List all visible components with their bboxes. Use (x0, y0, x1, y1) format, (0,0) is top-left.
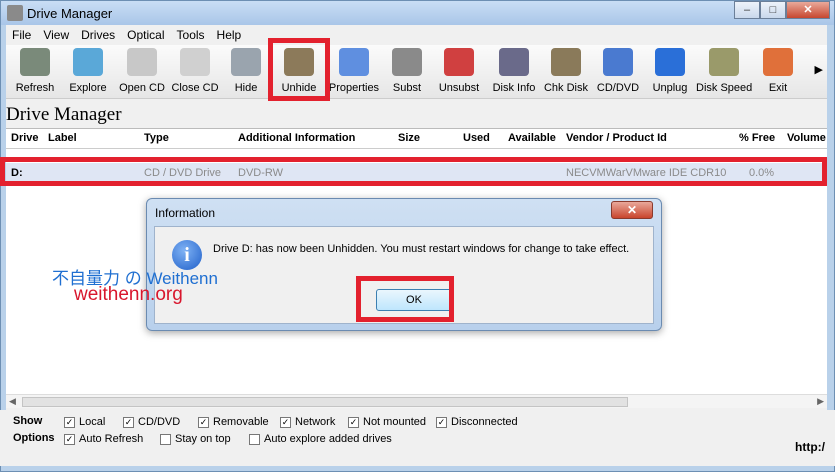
title-bar[interactable]: Drive Manager – □ ✕ (1, 1, 834, 25)
subst-button[interactable]: Subst (384, 48, 430, 96)
chk-disk-button[interactable]: Chk Disk (542, 48, 590, 96)
hide-icon (231, 48, 261, 76)
explore-icon (73, 48, 103, 76)
unsubst-icon (444, 48, 474, 76)
show-disconnected-checkbox[interactable]: ✓ Disconnected (436, 416, 518, 428)
col-label[interactable]: Label (48, 132, 77, 144)
disk-info-icon (499, 48, 529, 76)
maximize-button[interactable]: □ (760, 1, 786, 19)
cd-dvd-button[interactable]: CD/DVD (594, 48, 642, 96)
auto-refresh-checkbox[interactable]: ✓ Auto Refresh (64, 433, 143, 445)
toolbar: Refresh Explore Open CD Close CD Hide Un… (6, 45, 827, 99)
window-title: Drive Manager (27, 6, 113, 21)
col-volume[interactable]: Volume (787, 132, 826, 144)
show-cddvd-checkbox[interactable]: ✓ CD/DVD (123, 416, 180, 428)
hide-button[interactable]: Hide (222, 48, 270, 96)
exit-icon (763, 48, 793, 76)
open-cd-button[interactable]: Open CD (116, 48, 168, 96)
close-button[interactable]: ✕ (786, 1, 830, 19)
menu-help[interactable]: Help (217, 28, 242, 42)
scroll-right-icon[interactable]: ▶ (817, 396, 824, 407)
exit-button[interactable]: Exit (758, 48, 798, 96)
ok-highlight-box (356, 276, 454, 322)
properties-icon (339, 48, 369, 76)
open-cd-icon (127, 48, 157, 76)
col-drive[interactable]: Drive (11, 132, 39, 144)
menu-tools[interactable]: Tools (177, 28, 205, 42)
menu-optical[interactable]: Optical (127, 28, 164, 42)
watermark-url: weithenn.org (74, 284, 183, 305)
menu-bar: File View Drives Optical Tools Help (6, 25, 827, 45)
show-removable-checkbox[interactable]: ✓ Removable (198, 416, 269, 428)
col-size[interactable]: Size (398, 132, 420, 144)
col-vendor[interactable]: Vendor / Product Id (566, 132, 667, 144)
menu-drives[interactable]: Drives (81, 28, 115, 42)
toolbar-overflow-icon[interactable]: ▶ (815, 63, 823, 76)
auto-explore-checkbox[interactable]: Auto explore added drives (249, 433, 392, 445)
col-available[interactable]: Available (508, 132, 556, 144)
close-cd-button[interactable]: Close CD (169, 48, 221, 96)
refresh-button[interactable]: Refresh (10, 48, 60, 96)
section-title: Drive Manager (6, 104, 122, 125)
col-info[interactable]: Additional Information (238, 132, 355, 144)
options-label: Options (13, 432, 55, 444)
scroll-thumb[interactable] (22, 397, 628, 407)
options-panel: Show ✓ Local ✓ CD/DVD ✓ Removable ✓ Network … (0, 410, 835, 466)
app-icon (7, 5, 23, 21)
dialog-close-icon[interactable]: ✕ (611, 201, 653, 219)
properties-button[interactable]: Properties (326, 48, 382, 96)
cd-dvd-icon (603, 48, 633, 76)
show-network-checkbox[interactable]: ✓ Network (280, 416, 335, 428)
scroll-left-icon[interactable]: ◀ (9, 396, 16, 407)
show-not-mounted-checkbox[interactable]: ✓ Not mounted (348, 416, 426, 428)
col-type[interactable]: Type (144, 132, 169, 144)
horizontal-scrollbar[interactable]: ◀ ▶ (6, 394, 827, 408)
unplug-button[interactable]: Unplug (646, 48, 694, 96)
row-highlight-box (0, 157, 827, 186)
subst-icon (392, 48, 422, 76)
disk-speed-button[interactable]: Disk Speed (696, 48, 752, 96)
menu-view[interactable]: View (43, 28, 69, 42)
refresh-icon (20, 48, 50, 76)
explore-button[interactable]: Explore (62, 48, 114, 96)
unhide-highlight-box (268, 38, 330, 101)
minimize-button[interactable]: – (734, 1, 760, 19)
stay-on-top-checkbox[interactable]: Stay on top (160, 433, 231, 445)
dialog-message: Drive D: has now been Unhidden. You must… (213, 243, 630, 255)
show-local-checkbox[interactable]: ✓ Local (64, 416, 105, 428)
status-text: http:/ (795, 440, 825, 454)
close-cd-icon (180, 48, 210, 76)
list-header: Drive Label Type Additional Information … (6, 129, 827, 149)
disk-speed-icon (709, 48, 739, 76)
unsubst-button[interactable]: Unsubst (434, 48, 484, 96)
col-used[interactable]: Used (463, 132, 490, 144)
dialog-title: Information (155, 206, 216, 220)
disk-info-button[interactable]: Disk Info (488, 48, 540, 96)
unplug-icon (655, 48, 685, 76)
menu-file[interactable]: File (12, 28, 31, 42)
show-label: Show (13, 415, 43, 427)
col-free[interactable]: % Free (739, 132, 775, 144)
chk-disk-icon (551, 48, 581, 76)
